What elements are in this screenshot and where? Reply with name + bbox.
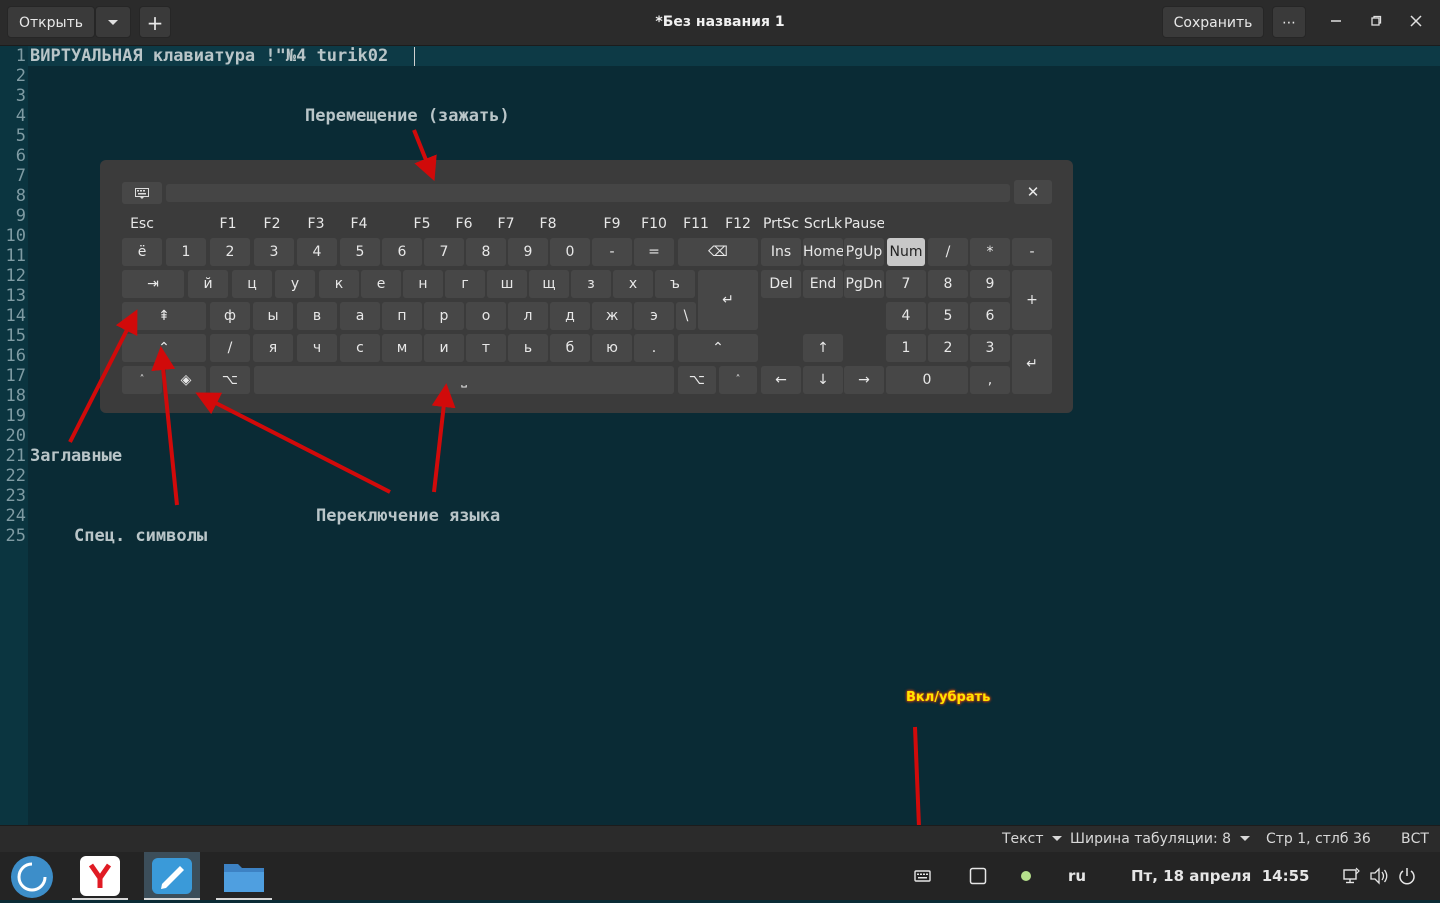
clock[interactable]: Пт, 18 апреля 14:55 (1131, 852, 1309, 900)
syntax-label: Текст (1002, 831, 1044, 847)
annotation-arrows (68, 129, 932, 864)
os-logo-icon (11, 856, 53, 898)
keyboard-icon (914, 870, 931, 882)
cursor-position: Стр 1, стлб 36 (1266, 831, 1371, 847)
show-desktop-button[interactable] (969, 867, 987, 885)
volume-indicator[interactable] (1368, 866, 1390, 886)
chevron-down-icon (1239, 836, 1250, 841)
virtual-keyboard-toggle[interactable] (911, 868, 935, 884)
insert-mode: ВСТ (1401, 831, 1429, 847)
taskbar-app-browser[interactable] (72, 852, 128, 900)
taskbar: ru Пт, 18 апреля 14:55 (0, 852, 1440, 900)
tab-width-label: Ширина табуляции: 8 (1070, 831, 1232, 847)
yandex-browser-icon (80, 856, 120, 896)
text-editor-icon (152, 858, 192, 894)
power-button[interactable] (1397, 866, 1417, 886)
tab-width-selector[interactable]: Ширина табуляции: 8 (1070, 826, 1250, 853)
network-icon (1343, 867, 1360, 884)
folder-icon (222, 860, 266, 894)
syntax-selector[interactable]: Текст (1002, 826, 1062, 853)
power-icon (1399, 868, 1415, 885)
taskbar-app-editor[interactable] (144, 852, 200, 900)
network-indicator[interactable] (1341, 866, 1361, 886)
keyboard-layout-indicator[interactable]: ru (1068, 852, 1086, 900)
status-bar: Текст Ширина табуляции: 8 Стр 1, стлб 36… (0, 825, 1440, 853)
square-icon (969, 867, 987, 885)
volume-icon (1370, 867, 1388, 885)
start-menu-button[interactable] (10, 855, 54, 899)
status-indicator[interactable] (1021, 871, 1031, 881)
taskbar-app-files[interactable] (216, 852, 272, 900)
chevron-down-icon (1051, 836, 1062, 841)
